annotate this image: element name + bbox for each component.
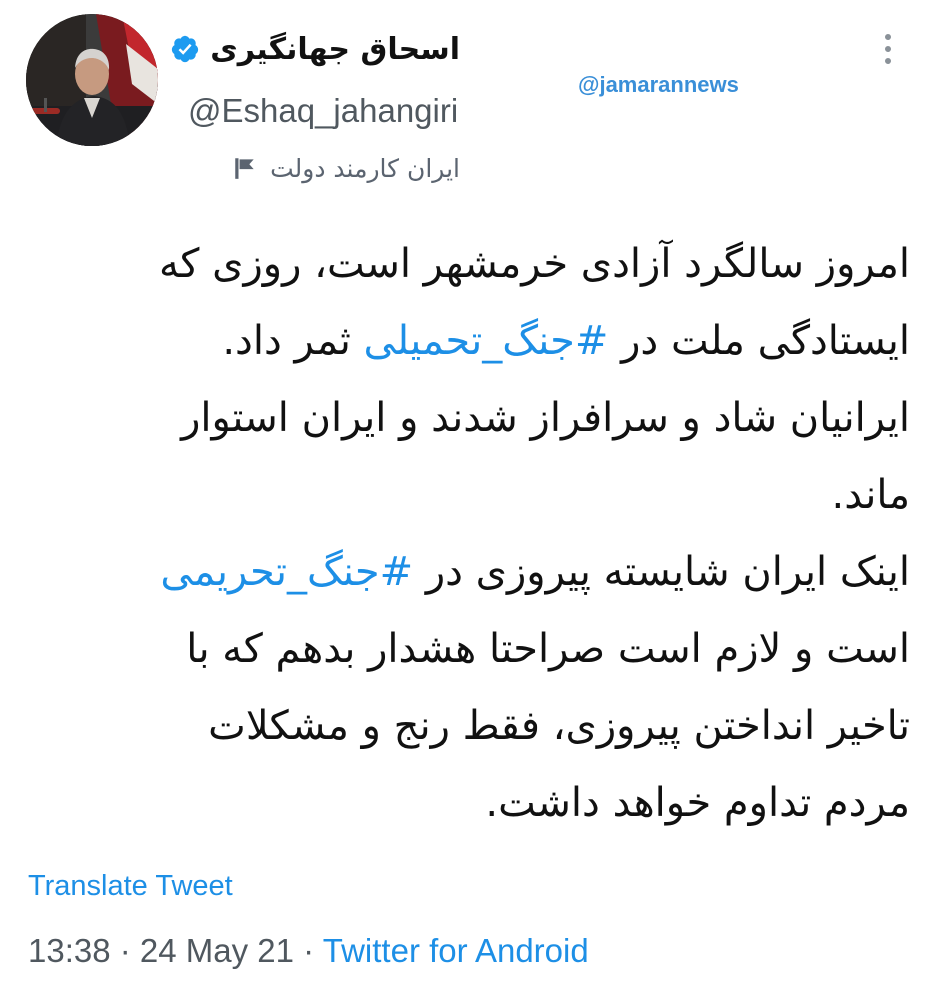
- meta-separator: ·: [110, 932, 140, 969]
- verified-badge-icon: [172, 35, 199, 63]
- tweet: اسحاق جهانگیری @Eshaq_jahangiri @jamaran…: [0, 0, 938, 1000]
- tweet-line: است و لازم است صراحتا هشدار بدهم که با: [186, 626, 910, 672]
- government-label: ایران کارمند دولت: [270, 153, 460, 183]
- meta-separator: ·: [294, 932, 323, 969]
- more-vertical-icon[interactable]: [876, 34, 900, 74]
- avatar[interactable]: [26, 14, 158, 146]
- translate-tweet-link[interactable]: Translate Tweet: [28, 870, 233, 903]
- tweet-text: امروز سالگرد آزادی خرمشهر است، روزی که ا…: [20, 226, 910, 842]
- watermark: @jamarannews: [578, 72, 739, 97]
- hashtag-imposed-war[interactable]: #جنگ_تحمیلی: [364, 318, 609, 364]
- tweet-date[interactable]: 24 May 21: [140, 932, 294, 969]
- tweet-line: مردم تداوم خواهد داشت.: [485, 780, 910, 826]
- tweet-line: اینک ایران شایسته پیروزی در #جنگ_تحریمی: [160, 549, 910, 595]
- author-handle[interactable]: @Eshaq_jahangiri: [188, 92, 458, 130]
- flag-icon: [235, 158, 254, 179]
- tweet-line: ایرانیان شاد و سرافراز شدند و ایران استو…: [181, 395, 910, 441]
- author-name-row[interactable]: اسحاق جهانگیری: [170, 26, 460, 72]
- tweet-line: تاخیر انداختن پیروزی، فقط رنج و مشکلات: [208, 703, 910, 749]
- avatar-photo: [26, 14, 158, 146]
- tweet-metadata: 13:38 · 24 May 21 · Twitter for Android: [28, 932, 589, 970]
- display-name[interactable]: اسحاق جهانگیری: [210, 32, 460, 67]
- tweet-source-link[interactable]: Twitter for Android: [323, 932, 589, 969]
- tweet-line: ماند.: [831, 472, 910, 518]
- hashtag-sanctions-war[interactable]: #جنگ_تحریمی: [160, 549, 413, 595]
- tweet-time[interactable]: 13:38: [28, 932, 111, 969]
- tweet-line: ایستادگی ملت در #جنگ_تحمیلی ثمر داد.: [222, 318, 910, 364]
- tweet-line: امروز سالگرد آزادی خرمشهر است، روزی که: [158, 241, 910, 287]
- author-label: ایران کارمند دولت: [232, 148, 460, 188]
